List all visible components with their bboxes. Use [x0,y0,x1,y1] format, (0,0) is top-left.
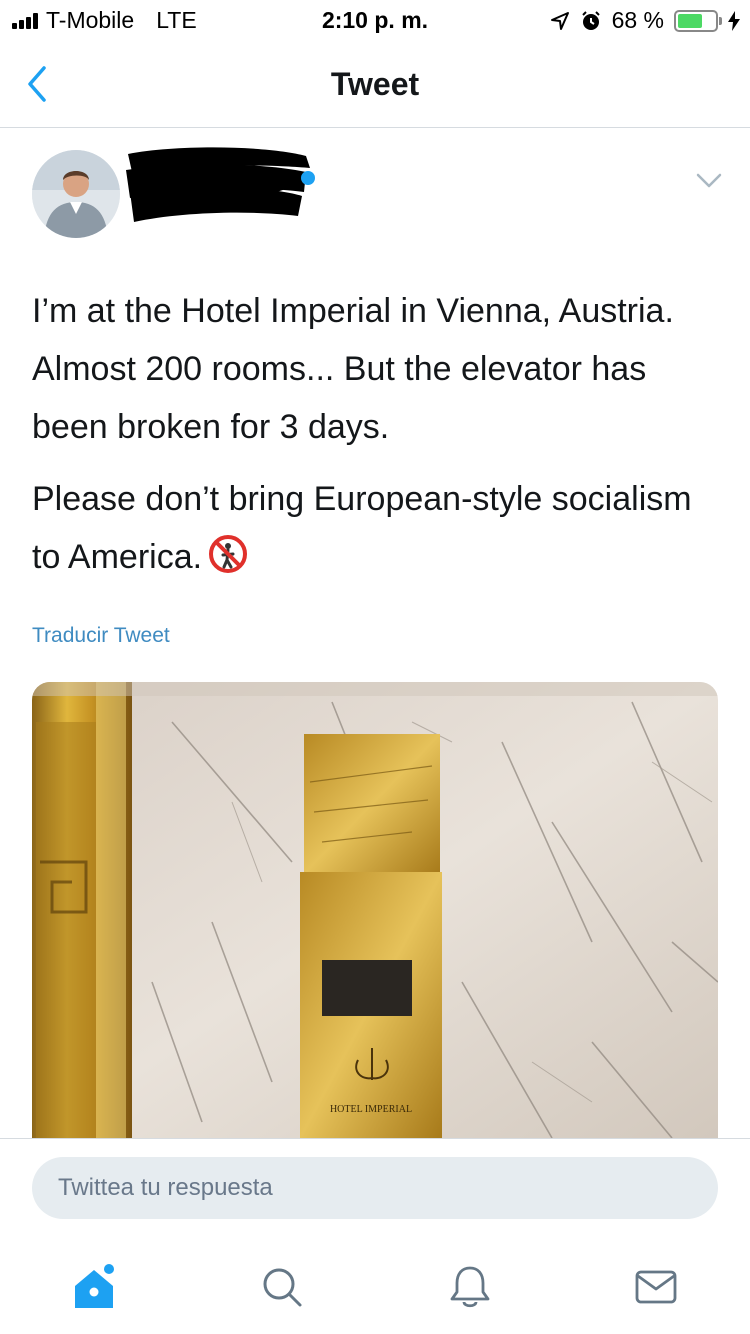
tweet-paragraph-1: I’m at the Hotel Imperial in Vienna, Aus… [32,292,674,446]
tweet-media-image[interactable]: HOTEL IMPERIAL [32,682,718,1138]
notifications-icon [450,1266,490,1308]
reply-area [0,1138,750,1334]
status-bar: T-Mobile LTE 2:10 p. m. 68 % [0,0,750,40]
tab-search[interactable] [252,1257,312,1317]
battery-icon [674,9,722,32]
tweet-paragraph-2-text: Please don’t bring European-style social… [32,480,692,576]
tweet-options-button[interactable] [694,168,724,192]
nav-bar: Tweet [0,40,750,128]
elevator-photo: HOTEL IMPERIAL [32,682,718,1138]
tab-notifications[interactable] [440,1257,500,1317]
battery-fill [678,13,703,28]
status-right: 68 % [550,7,740,34]
home-icon [75,1264,114,1308]
battery-percent: 68 % [611,7,664,33]
page-title: Tweet [330,66,420,102]
charging-bolt-icon [728,10,740,31]
tab-home[interactable] [64,1257,124,1317]
tab-messages[interactable] [626,1257,686,1317]
alarm-icon [581,10,600,30]
redacted-username [126,147,315,222]
avatar-photo [32,150,120,238]
no-pedestrians-emoji-icon [209,535,248,573]
avatar[interactable] [32,150,120,238]
tweet-paragraph-2: Please don’t bring European-style social… [32,470,722,586]
tweet-text: I’m at the Hotel Imperial in Vienna, Aus… [32,282,722,586]
search-icon [263,1268,302,1307]
messages-icon [635,1270,677,1304]
translate-tweet-link[interactable]: Traducir Tweet [32,624,170,648]
reply-input[interactable] [32,1157,718,1219]
location-arrow-icon [550,11,569,30]
chevron-down-icon [696,173,722,188]
elevator-sign-text: HOTEL IMPERIAL [330,1104,412,1115]
